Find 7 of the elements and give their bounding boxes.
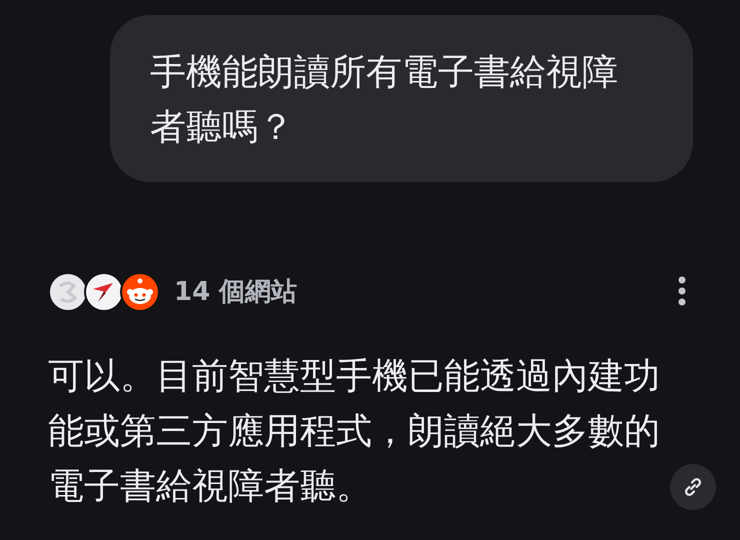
question-text: 手機能朗讀所有電子書給視障者聽嗎？: [150, 52, 618, 148]
link-button[interactable]: [670, 464, 716, 510]
robot-face-icon: [120, 272, 160, 312]
source-count[interactable]: 14 個網站: [174, 272, 298, 312]
link-icon: [682, 476, 704, 498]
answer-text: 可以。目前智慧型手機已能透過內建功能或第三方應用程式，朗讀絕大多數的電子書給視障者聽。: [48, 355, 661, 509]
logo-icon: [84, 272, 124, 312]
